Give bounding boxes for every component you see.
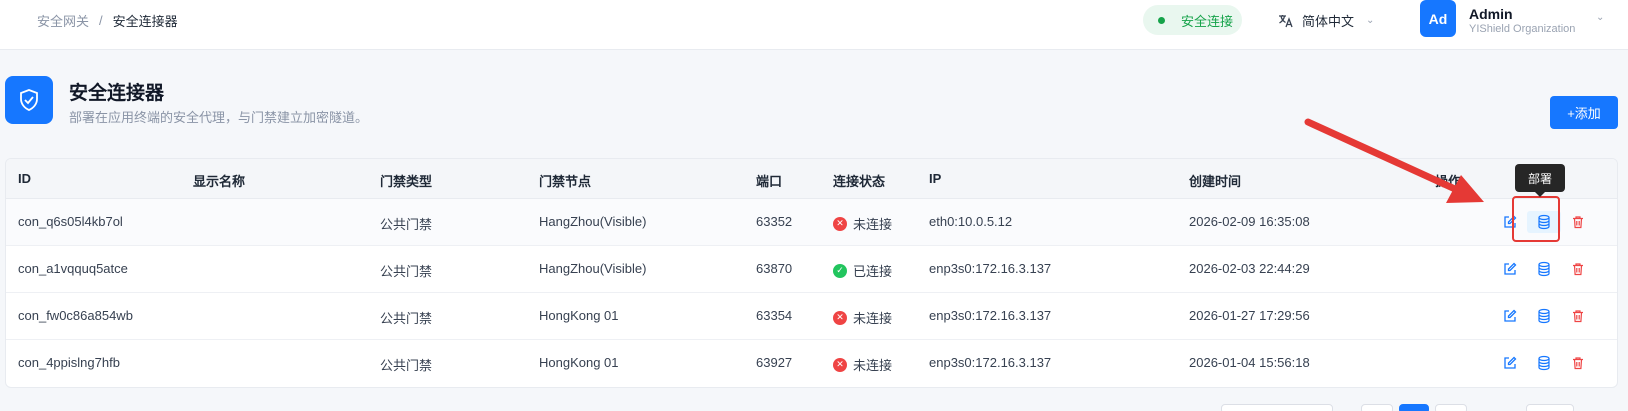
col-id: ID bbox=[18, 171, 31, 186]
user-menu-chevron-icon[interactable]: ⌄ bbox=[1596, 12, 1604, 23]
row-actions bbox=[1493, 258, 1595, 280]
disconnected-icon: ✕ bbox=[833, 357, 847, 372]
cell-created: 2026-01-04 15:56:18 bbox=[1189, 355, 1310, 370]
language-selector[interactable]: 简体中文 ⌄ bbox=[1278, 11, 1374, 30]
table-row: con_4ppislng7hfb 公共门禁 HongKong 01 63927 … bbox=[6, 340, 1617, 387]
trash-icon[interactable] bbox=[1561, 258, 1595, 280]
row-actions bbox=[1493, 352, 1595, 374]
col-created: 创建时间 bbox=[1189, 174, 1242, 189]
cell-port: 63352 bbox=[756, 214, 793, 229]
breadcrumb-parent[interactable]: 安全网关 bbox=[37, 11, 89, 30]
trash-icon[interactable] bbox=[1561, 305, 1595, 327]
cell-type: 公共门禁 bbox=[380, 217, 433, 232]
status-label: 未连接 bbox=[853, 217, 893, 232]
status-badge: 安全连接 bbox=[1143, 5, 1242, 35]
cell-port: 63870 bbox=[756, 261, 793, 276]
disconnected-icon: ✕ bbox=[833, 216, 847, 231]
cell-node: HongKong 01 bbox=[539, 355, 619, 370]
cell-type: 公共门禁 bbox=[380, 358, 433, 373]
user-org: YIShield Organization bbox=[1469, 23, 1576, 35]
cell-node: HangZhou(Visible) bbox=[539, 214, 647, 229]
cell-type: 公共门禁 bbox=[380, 311, 433, 326]
shield-check-icon bbox=[5, 76, 53, 124]
row-actions bbox=[1493, 305, 1595, 327]
col-status: 连接状态 bbox=[833, 174, 886, 189]
cell-ip: enp3s0:172.16.3.137 bbox=[929, 261, 1052, 276]
top-bar: 安全网关 / 安全连接器 安全连接 简体中文 ⌄ Ad Admin YIShie… bbox=[0, 0, 1628, 50]
cell-created: 2026-02-09 16:35:08 bbox=[1189, 214, 1310, 229]
table-row: con_fw0c86a854wb 公共门禁 HongKong 01 63354 … bbox=[6, 293, 1617, 340]
cell-id: con_q6s05l4kb7ol bbox=[18, 214, 123, 229]
language-label: 简体中文 bbox=[1302, 14, 1355, 29]
col-node: 门禁节点 bbox=[539, 174, 592, 189]
cell-created: 2026-02-03 22:44:29 bbox=[1189, 261, 1310, 276]
table-row: con_a1vqquq5atce 公共门禁 HangZhou(Visible) … bbox=[6, 246, 1617, 293]
status-badge-label: 安全连接 bbox=[1181, 13, 1234, 29]
col-name: 显示名称 bbox=[193, 174, 246, 189]
table-row: con_q6s05l4kb7ol 公共门禁 HangZhou(Visible) … bbox=[6, 199, 1617, 246]
col-port: 端口 bbox=[756, 174, 783, 189]
table-header: ID 显示名称 门禁类型 门禁节点 端口 连接状态 IP 创建时间 操作 bbox=[6, 159, 1617, 199]
col-ip: IP bbox=[929, 171, 942, 186]
pagination-page-current[interactable] bbox=[1399, 404, 1429, 411]
add-button[interactable]: +添加 bbox=[1550, 96, 1618, 129]
edit-icon[interactable] bbox=[1493, 258, 1527, 280]
edit-icon[interactable] bbox=[1493, 305, 1527, 327]
pagination-prev[interactable] bbox=[1361, 404, 1393, 411]
cell-ip: eth0:10.0.5.12 bbox=[929, 214, 1013, 229]
cell-node: HangZhou(Visible) bbox=[539, 261, 647, 276]
chevron-down-icon: ⌄ bbox=[1366, 15, 1375, 26]
cell-id: con_4ppislng7hfb bbox=[18, 355, 120, 370]
cell-type: 公共门禁 bbox=[380, 264, 433, 279]
cell-created: 2026-01-27 17:29:56 bbox=[1189, 308, 1310, 323]
cell-status: ✕ 未连接 bbox=[833, 214, 892, 233]
avatar[interactable]: Ad bbox=[1420, 0, 1456, 37]
cell-port: 63927 bbox=[756, 355, 793, 370]
cell-port: 63354 bbox=[756, 308, 793, 323]
cell-ip: enp3s0:172.16.3.137 bbox=[929, 355, 1052, 370]
pagination-size-select[interactable] bbox=[1221, 404, 1333, 411]
breadcrumb-separator: / bbox=[99, 13, 103, 28]
col-actions: 操作 bbox=[1435, 174, 1462, 189]
cell-id: con_a1vqquq5atce bbox=[18, 261, 128, 276]
deploy-tooltip: 部署 bbox=[1515, 164, 1565, 197]
col-type: 门禁类型 bbox=[380, 174, 433, 189]
cell-ip: enp3s0:172.16.3.137 bbox=[929, 308, 1052, 323]
user-name: Admin bbox=[1469, 6, 1513, 22]
deploy-database-icon[interactable] bbox=[1527, 305, 1561, 327]
page-subtitle: 部署在应用终端的安全代理，与门禁建立加密隧道。 bbox=[69, 110, 369, 125]
cell-id: con_fw0c86a854wb bbox=[18, 308, 133, 323]
connector-table: ID 显示名称 门禁类型 门禁节点 端口 连接状态 IP 创建时间 操作 con… bbox=[5, 158, 1618, 388]
trash-icon[interactable] bbox=[1561, 352, 1595, 374]
status-dot-icon bbox=[1158, 16, 1165, 24]
user-info[interactable]: Admin YIShield Organization bbox=[1469, 6, 1575, 35]
page-title: 安全连接器 bbox=[69, 83, 165, 104]
translate-icon bbox=[1279, 14, 1293, 27]
cell-status: ✕ 未连接 bbox=[833, 355, 892, 374]
breadcrumb-current: 安全连接器 bbox=[112, 14, 178, 29]
edit-icon[interactable] bbox=[1493, 352, 1527, 374]
annotation-highlight-box bbox=[1512, 196, 1560, 242]
status-label: 未连接 bbox=[853, 311, 893, 326]
cell-status: ✕ 未连接 bbox=[833, 308, 892, 327]
disconnected-icon: ✕ bbox=[833, 310, 847, 325]
connected-icon: ✓ bbox=[833, 263, 847, 278]
deploy-database-icon[interactable] bbox=[1527, 258, 1561, 280]
cell-node: HongKong 01 bbox=[539, 308, 619, 323]
status-label: 未连接 bbox=[853, 358, 893, 373]
trash-icon[interactable] bbox=[1561, 211, 1595, 233]
pagination-jump[interactable] bbox=[1526, 404, 1574, 411]
cell-status: ✓ 已连接 bbox=[833, 261, 892, 280]
deploy-database-icon[interactable] bbox=[1527, 352, 1561, 374]
status-label: 已连接 bbox=[853, 264, 893, 279]
pagination-next[interactable] bbox=[1435, 404, 1467, 411]
breadcrumb: 安全网关 / 安全连接器 bbox=[37, 11, 178, 30]
